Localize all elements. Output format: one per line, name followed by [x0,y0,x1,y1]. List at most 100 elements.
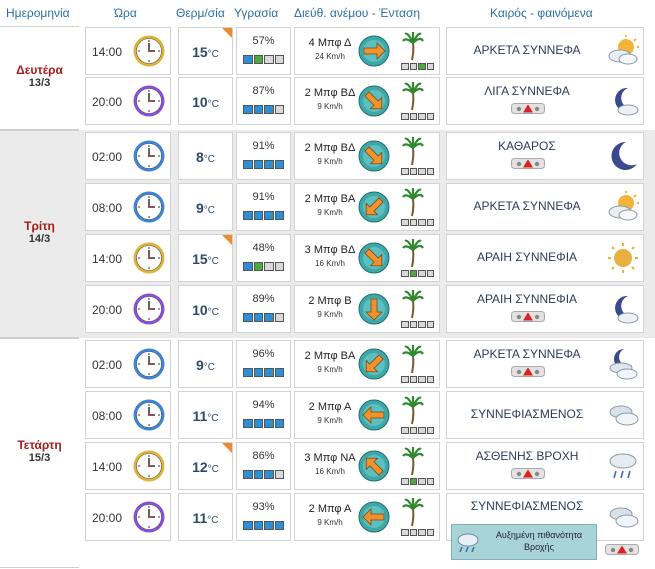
humidity-bar-segment [264,313,274,322]
wind-speed-unit: Km/h [324,157,343,166]
wind-bar-segment [418,219,426,226]
humidity-bar-segment [274,55,284,64]
wind-bar-segment [401,321,409,328]
weather-cell: ΣΥΝΝΕΦΙΑΣΜΕΝΟΣ [446,391,644,439]
time-label: 08:00 [92,201,123,215]
temperature: 9°C [179,200,232,218]
wind-cell: 2 Μπφ ΒΑ 9 Km/h [294,183,440,231]
humidity-bar-segment [253,313,263,322]
humidity-value: 86% [252,450,275,462]
wind-bar-segment [426,427,434,434]
temperature-value: 10 [192,302,208,318]
weather-cell: ΑΡΚΕΤΑ ΣΥΝΝΕΦΑ [446,340,644,388]
wind-direction-icon [358,35,390,67]
humidity-value: 96% [252,348,275,360]
moon-cloud-icon [615,295,639,324]
day-date: 15/3 [28,452,51,464]
clock-icon [133,501,165,533]
temperature-unit: °C [207,49,219,60]
temp-cell: 15°C [178,27,233,75]
day-name: Δευτέρα [16,63,63,77]
temperature-value: 8 [195,149,204,165]
wind-bar-segment [401,219,409,226]
clock-icon [133,450,165,482]
wind-speed: 24 Km/h [299,52,361,61]
wind-strength-bar [401,321,434,328]
wind-bar-segment [418,478,426,485]
humidity-bar-segment [274,211,284,220]
wind-speed: 9 Km/h [299,518,361,527]
wind-bar-segment [426,376,434,383]
wind-cell: 2 Μπφ ΒΔ 9 Km/h [294,132,440,180]
moon-icon [611,141,637,170]
time-label: 20:00 [92,303,123,317]
humidity-bar-segment [253,160,263,169]
humidity-bar-segment [274,419,284,428]
wind-strength-bar [401,168,434,175]
weather-cell: ΣΥΝΝΕΦΙΑΣΜΕΝΟΣ Αυξημένη πιθανότητα Βροχής [446,493,644,560]
palm-tree-icon [402,188,424,217]
palm-tree-icon [402,396,424,425]
humidity-bar-segment [264,470,274,479]
humidity-bar-segment [243,470,253,479]
wind-bar-segment [401,270,409,277]
wind-force: 2 Μπφ ΒΑ [304,350,356,362]
wind-cell: 3 Μπφ ΒΔ 16 Km/h [294,234,440,282]
humidity-bar [243,105,284,114]
clock-icon [133,399,165,431]
wind-speed: 9 Km/h [299,208,361,217]
humidity-bar-segment [243,262,253,271]
wind-speed-value: 16 [315,259,324,268]
weather-condition: ΚΑΘΑΡΟΣ [498,139,556,153]
temperature-unit: °C [207,413,219,424]
wind-speed-value: 16 [315,467,324,476]
wind-speed-unit: Km/h [326,52,345,61]
wind-bar-segment [401,63,409,70]
header-wind: Διεύθ. ανέμου - Ένταση [294,6,421,20]
humidity-cell: 87% [236,77,291,125]
wind-bar-segment [418,168,426,175]
weather-cell: ΛΙΓΑ ΣΥΝΝΕΦΑ [446,77,644,125]
day-name: Τρίτη [24,219,55,233]
day-column: Τετάρτη 15/3 [0,338,79,568]
moon-cloud-icon [615,87,639,116]
humidity-bar-segment [253,55,263,64]
temp-cell: 10°C [178,77,233,125]
humidity-bar-segment [253,211,263,220]
wind-bar-segment [426,270,434,277]
day-date: 13/3 [28,77,51,89]
humidity-bar-segment [243,368,253,377]
wind-speed-value: 24 [315,52,324,61]
wind-cell: 2 Μπφ Α 9 Km/h [294,391,440,439]
clock-icon [133,140,165,172]
humidity-cell: 93% [236,493,291,541]
time-label: 14:00 [92,252,123,266]
weather-cell: ΑΡΚΕΤΑ ΣΥΝΝΕΦΑ [446,183,644,231]
palm-tree-icon [402,345,424,374]
humidity-cell: 91% [236,132,291,180]
palm-tree-icon [402,498,424,527]
wind-bar-segment [418,376,426,383]
time-cell: 08:00 [85,183,171,231]
wind-strength-bar [401,63,434,70]
wind-bar-segment [409,427,417,434]
wind-speed-value: 9 [317,157,322,166]
humidity-bar [243,313,284,322]
wind-force: 2 Μπφ ΒΑ [304,193,356,205]
temperature: 8°C [179,149,232,167]
wind-cell: 3 Μπφ ΝΑ 16 Km/h [294,442,440,490]
header-humidity: Υγρασία [234,6,279,20]
time-label: 08:00 [92,409,123,423]
temperature-unit: °C [203,362,216,373]
wind-bar-segment [401,168,409,175]
clouds-icon [609,507,639,528]
wind-direction-icon [358,242,390,274]
humidity-bar [243,262,284,271]
wind-speed-unit: Km/h [326,259,345,268]
humidity-cell: 57% [236,27,291,75]
wind-bar-segment [409,63,417,70]
temp-cell: 11°C [178,493,233,541]
palm-tree-icon [402,290,424,319]
temperature-unit: °C [207,515,219,526]
humidity-value: 48% [252,242,275,254]
